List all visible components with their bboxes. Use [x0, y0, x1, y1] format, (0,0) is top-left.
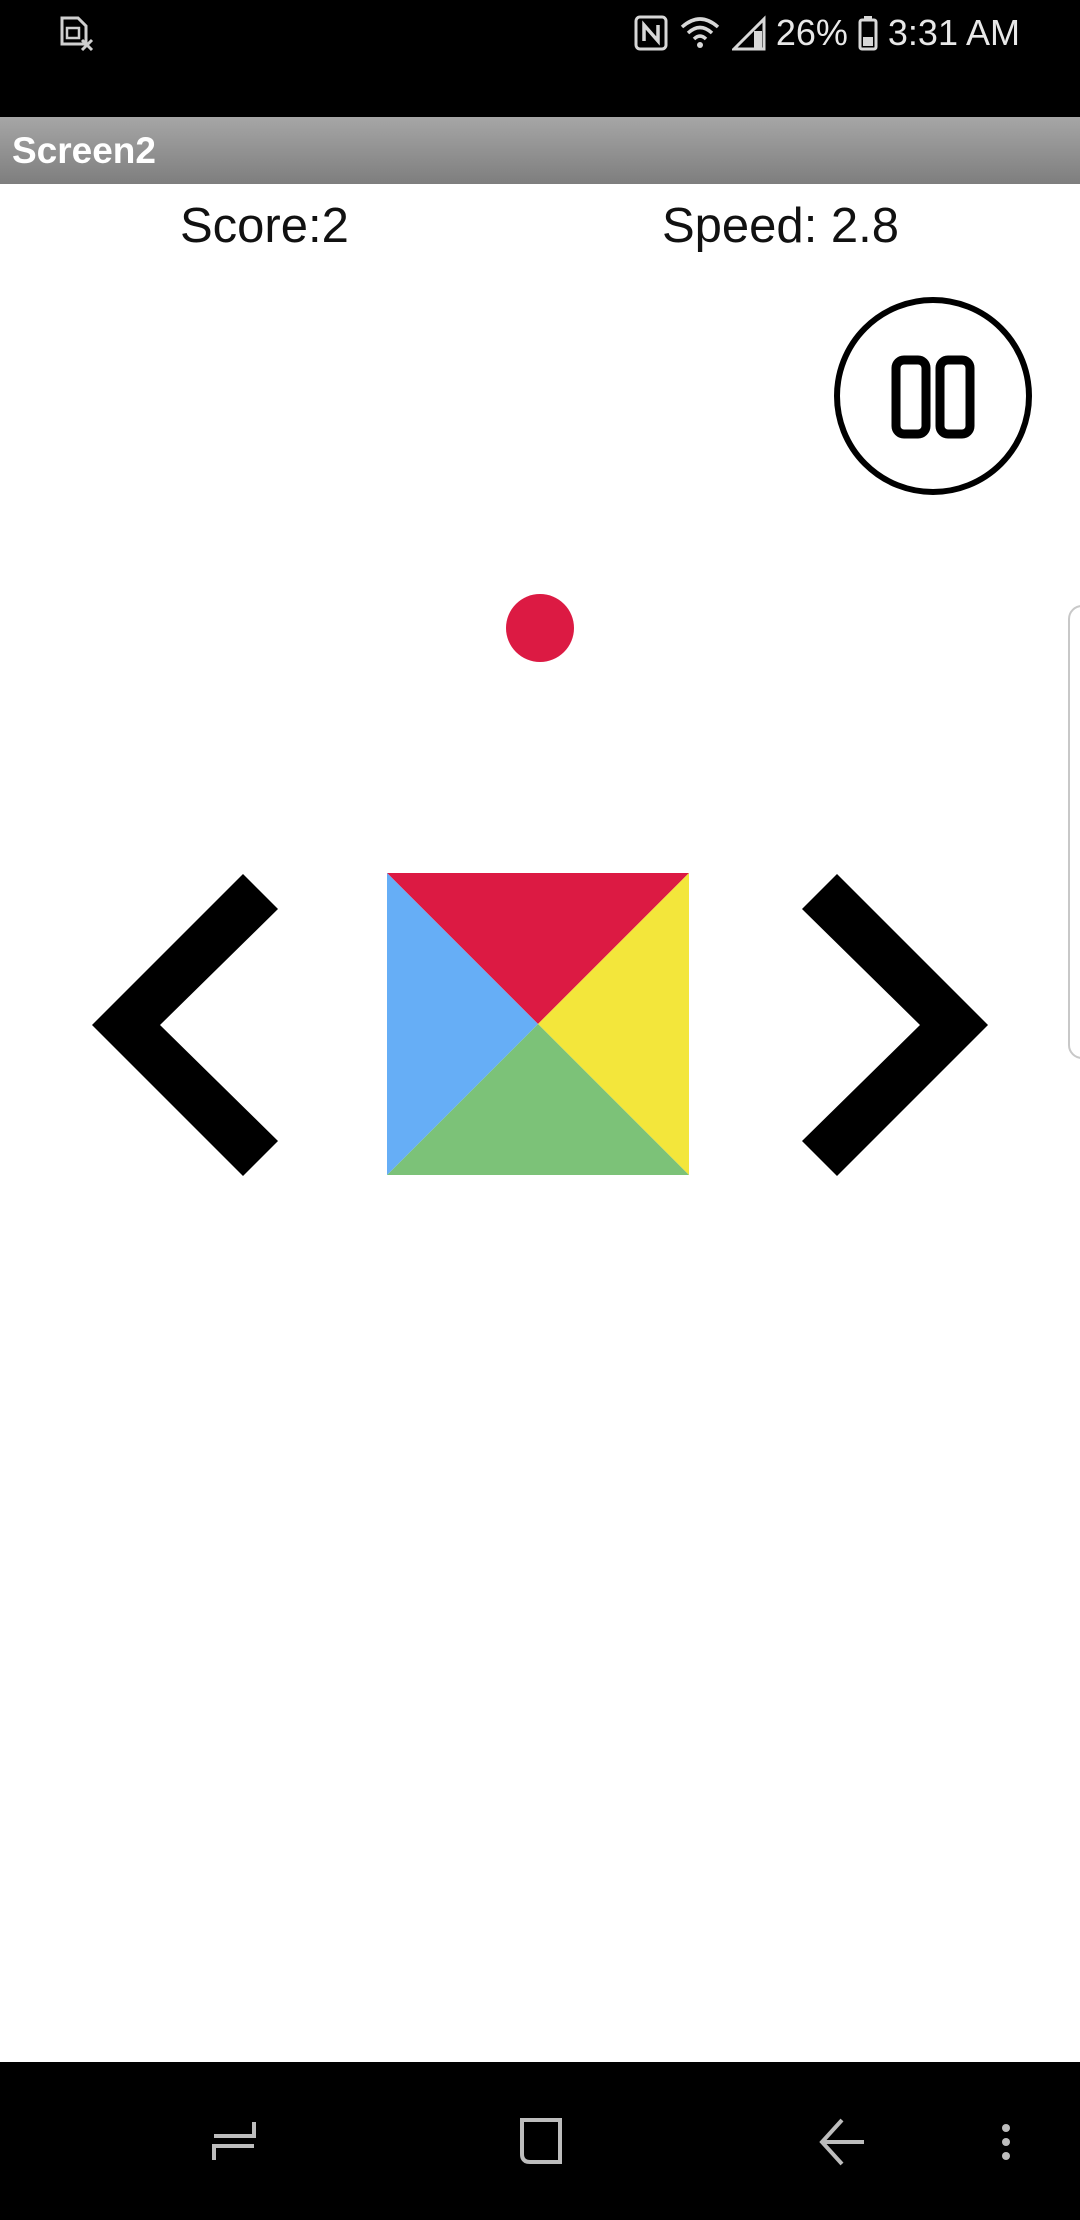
move-left-button[interactable]	[88, 870, 288, 1180]
wifi-icon	[678, 15, 722, 51]
speed-label: Speed: 2.8	[662, 199, 900, 253]
chevron-right-icon	[802, 874, 988, 1176]
battery-icon	[858, 15, 878, 51]
more-icon	[1002, 2124, 1010, 2160]
status-bar: 26% 3:31 AM	[0, 0, 1080, 117]
pause-icon	[834, 297, 1032, 495]
back-icon	[819, 2118, 864, 2166]
recent-apps-button[interactable]	[196, 2102, 276, 2182]
pause-button[interactable]	[833, 296, 1033, 496]
home-icon	[520, 2118, 562, 2164]
nfc-icon	[634, 15, 668, 51]
home-button[interactable]	[500, 2102, 580, 2182]
screen-title: Screen2	[12, 130, 156, 171]
ball	[506, 594, 574, 662]
status-time: 3:31 AM	[887, 12, 1020, 53]
color-rotator-square[interactable]	[387, 873, 689, 1175]
recent-apps-icon	[212, 2122, 256, 2160]
score-label: Score:2	[180, 199, 349, 253]
back-button[interactable]	[802, 2102, 882, 2182]
edge-panel-handle[interactable]	[1068, 605, 1080, 1059]
more-options-button[interactable]	[986, 2102, 1026, 2182]
signal-icon	[731, 15, 766, 51]
chevron-left-icon	[92, 874, 278, 1176]
move-right-button[interactable]	[792, 870, 992, 1180]
sim-card-missing-icon	[56, 14, 96, 54]
status-icons: 26% 3:31 AM	[634, 8, 1020, 58]
battery-percent: 26%	[775, 12, 848, 53]
navigation-bar	[0, 2062, 1080, 2220]
title-bar: Screen2	[0, 117, 1080, 184]
